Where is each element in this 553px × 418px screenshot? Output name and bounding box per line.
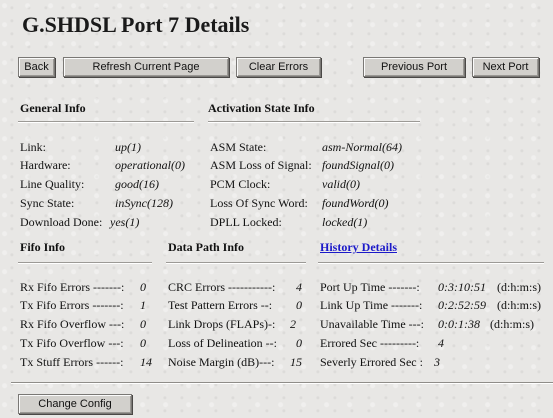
asm-loss-of-signal-label: ASM Loss of Signal:	[210, 158, 312, 172]
tx-fifo-overflow-value: 0	[140, 336, 146, 350]
dpll-locked-label: DPLL Locked:	[210, 215, 282, 229]
sync-state-value: inSync(128)	[115, 196, 173, 210]
activation-state-info-heading: Activation State Info	[208, 101, 315, 115]
tx-stuff-errors-label: Tx Stuff Errors ------:	[20, 355, 124, 369]
tx-fifo-errors-value: 1	[140, 298, 146, 312]
download-done-value: yes(1)	[110, 215, 140, 229]
page-title: G.SHDSL Port 7 Details	[22, 12, 250, 37]
back-button[interactable]: Back	[18, 57, 55, 77]
general-info-heading: General Info	[20, 101, 86, 115]
loss-of-delineation-value: 0	[296, 336, 302, 350]
port-up-time-value: 0:3:10:51	[438, 280, 486, 294]
rx-fifo-errors-label: Rx Fifo Errors -------:	[20, 280, 125, 294]
unavailable-time-label: Unavailable Time ---:	[320, 317, 424, 331]
loss-of-sync-word-value: foundWord(0)	[322, 196, 389, 210]
test-pattern-errors-label: Test Pattern Errors --:	[168, 298, 273, 312]
refresh-current-page-button[interactable]: Refresh Current Page	[63, 57, 229, 77]
asm-loss-of-signal-value: foundSignal(0)	[322, 158, 394, 172]
tx-fifo-overflow-label: Tx Fifo Overflow ---:	[20, 336, 124, 350]
next-port-button[interactable]: Next Port	[472, 57, 539, 77]
pcm-clock-value: valid(0)	[322, 177, 360, 191]
link-label: Link:	[20, 140, 46, 154]
general-info-divider	[18, 121, 194, 123]
data-path-info-heading: Data Path Info	[168, 240, 245, 254]
link-drops-value: 2	[290, 317, 296, 331]
noise-margin-label: Noise Margin (dB)---:	[168, 355, 275, 369]
download-done-label: Download Done:	[20, 215, 103, 229]
noise-margin-value: 15	[290, 355, 302, 369]
hardware-label: Hardware:	[20, 158, 71, 172]
port-up-time-label: Port Up Time -------:	[320, 280, 420, 294]
previous-port-button[interactable]: Previous Port	[363, 57, 465, 77]
errored-sec-label: Errored Sec ---------:	[320, 336, 420, 350]
dpll-locked-value: locked(1)	[322, 215, 368, 229]
clear-errors-button[interactable]: Clear Errors	[236, 57, 321, 77]
asm-state-label: ASM State:	[210, 140, 267, 154]
activation-state-info-divider	[208, 121, 420, 123]
loss-of-sync-word-label: Loss Of Sync Word:	[210, 196, 308, 210]
change-config-button[interactable]: Change Config	[18, 394, 132, 414]
asm-state-value: asm-Normal(64)	[322, 140, 402, 154]
severly-errored-sec-value: 3	[434, 355, 440, 369]
link-up-time-label: Link Up Time -------:	[320, 298, 423, 312]
line-quality-value: good(16)	[115, 177, 159, 191]
test-pattern-errors-value: 0	[296, 298, 302, 312]
rx-fifo-errors-value: 0	[140, 280, 146, 294]
line-quality-label: Line Quality:	[20, 177, 85, 191]
link-up-time-value: 0:2:52:59	[438, 298, 486, 312]
tx-stuff-errors-value: 14	[140, 355, 152, 369]
rx-fifo-overflow-value: 0	[140, 317, 146, 331]
data-path-info-divider	[166, 262, 306, 264]
crc-errors-label: CRC Errors -----------:	[168, 280, 276, 294]
fifo-info-divider	[18, 262, 152, 264]
link-up-time-unit: (d:h:m:s)	[497, 298, 541, 312]
crc-errors-value: 4	[296, 280, 302, 294]
fifo-info-heading: Fifo Info	[20, 240, 65, 254]
hardware-value: operational(0)	[115, 158, 185, 172]
unavailable-time-value: 0:0:1:38	[438, 317, 480, 331]
pcm-clock-label: PCM Clock:	[210, 177, 271, 191]
history-divider	[318, 262, 544, 264]
footer-divider	[11, 382, 553, 384]
sync-state-label: Sync State:	[20, 196, 75, 210]
tx-fifo-errors-label: Tx Fifo Errors -------:	[20, 298, 124, 312]
errored-sec-value: 4	[438, 336, 444, 350]
link-value: up(1)	[115, 140, 141, 154]
port-up-time-unit: (d:h:m:s)	[497, 280, 541, 294]
rx-fifo-overflow-label: Rx Fifo Overflow ---:	[20, 317, 125, 331]
history-details-link[interactable]: History Details	[320, 240, 397, 255]
unavailable-time-unit: (d:h:m:s)	[490, 317, 534, 331]
link-drops-label: Link Drops (FLAPs)-:	[168, 317, 276, 331]
severly-errored-sec-label: Severly Errored Sec :	[320, 355, 423, 369]
loss-of-delineation-label: Loss of Delineation --:	[168, 336, 277, 350]
